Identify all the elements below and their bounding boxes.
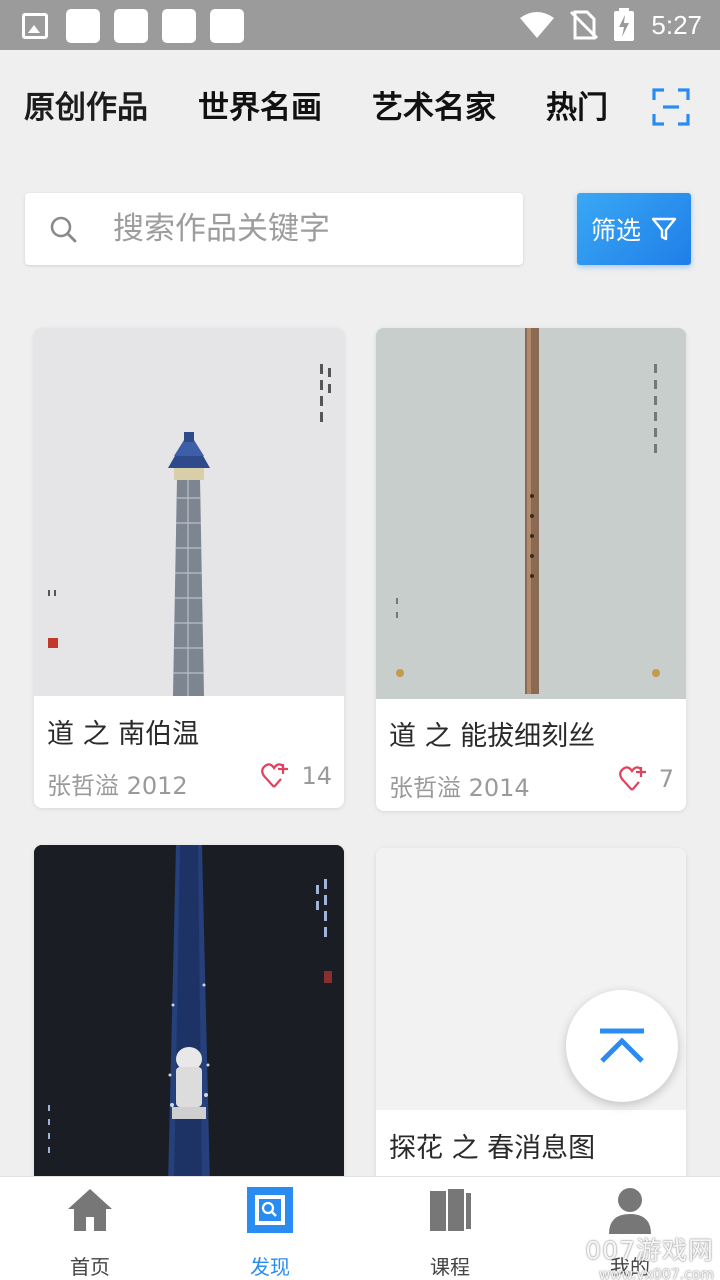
artwork-card[interactable]: 道 之 能拔细刻丝 张哲溢 2014 7 (376, 328, 686, 811)
bottom-navigation: 首页 发现 课程 我的 007游戏网 www.yx007.com (0, 1176, 720, 1280)
battery-charging-icon (614, 8, 635, 41)
clock: 5:27 (651, 9, 702, 40)
wifi-icon (520, 12, 555, 38)
artwork-card[interactable] (34, 845, 344, 1185)
nav-home[interactable]: 首页 (0, 1177, 180, 1280)
scan-area (628, 50, 720, 168)
back-to-top-button[interactable] (566, 990, 678, 1102)
heart-add-icon (261, 763, 289, 788)
book-icon (430, 1189, 471, 1231)
chevron-up-icon (600, 1028, 644, 1063)
like-counter[interactable]: 14 (261, 762, 332, 790)
tab-world-famous-paintings[interactable]: 世界名画 (198, 84, 322, 134)
discover-icon (247, 1187, 293, 1233)
no-sim-icon (570, 10, 599, 40)
app-notification-icon (162, 9, 196, 43)
status-bar: 5:27 (0, 0, 720, 50)
tab-original-works[interactable]: 原创作品 (24, 84, 148, 134)
heart-add-icon (618, 766, 646, 791)
system-status: 5:27 (519, 5, 702, 45)
artwork-artist-year: 张哲溢 2014 (389, 774, 530, 802)
notification-icons (22, 9, 258, 43)
nav-label: 课程 (430, 1255, 470, 1279)
home-icon (68, 1189, 112, 1231)
filter-icon (651, 217, 677, 241)
app-notification-icon (66, 9, 100, 43)
like-count: 14 (301, 762, 332, 790)
tab-popular[interactable]: 热门 (546, 84, 608, 134)
gallery-notification-icon (22, 13, 48, 39)
search-icon (50, 216, 77, 243)
like-count: 7 (658, 765, 674, 793)
user-icon (609, 1188, 651, 1234)
like-counter[interactable]: 7 (618, 765, 674, 793)
artwork-image (34, 845, 344, 1185)
tab-art-masters[interactable]: 艺术名家 (372, 84, 496, 134)
artwork-image (34, 328, 344, 696)
site-watermark: 007游戏网 www.yx007.com (585, 1236, 714, 1280)
category-tabs: 原创作品 世界名画 艺术名家 热门 (24, 84, 650, 134)
app-notification-icon (114, 9, 148, 43)
nav-discover[interactable]: 发现 (180, 1177, 360, 1280)
search-bar (25, 193, 523, 265)
nav-mine[interactable]: 我的 007游戏网 www.yx007.com (540, 1177, 720, 1280)
artwork-artist-year: 张哲溢 2012 (47, 772, 188, 800)
category-header: 原创作品 世界名画 艺术名家 热门 (0, 50, 720, 168)
filter-button[interactable]: 筛选 (577, 193, 691, 265)
artwork-card[interactable]: 道 之 南伯温 张哲溢 2012 14 (34, 328, 344, 808)
nav-label: 首页 (70, 1255, 110, 1279)
artwork-image (376, 328, 686, 699)
filter-label: 筛选 (590, 216, 641, 245)
artwork-title: 道 之 能拔细刻丝 (389, 721, 596, 752)
search-input[interactable] (113, 205, 503, 253)
app-notification-icon (210, 9, 244, 43)
nav-label: 发现 (250, 1255, 290, 1279)
scan-icon[interactable] (652, 88, 690, 126)
artwork-title: 探花 之 春消息图 (389, 1133, 596, 1164)
nav-courses[interactable]: 课程 (360, 1177, 540, 1280)
artwork-title: 道 之 南伯温 (47, 719, 200, 750)
